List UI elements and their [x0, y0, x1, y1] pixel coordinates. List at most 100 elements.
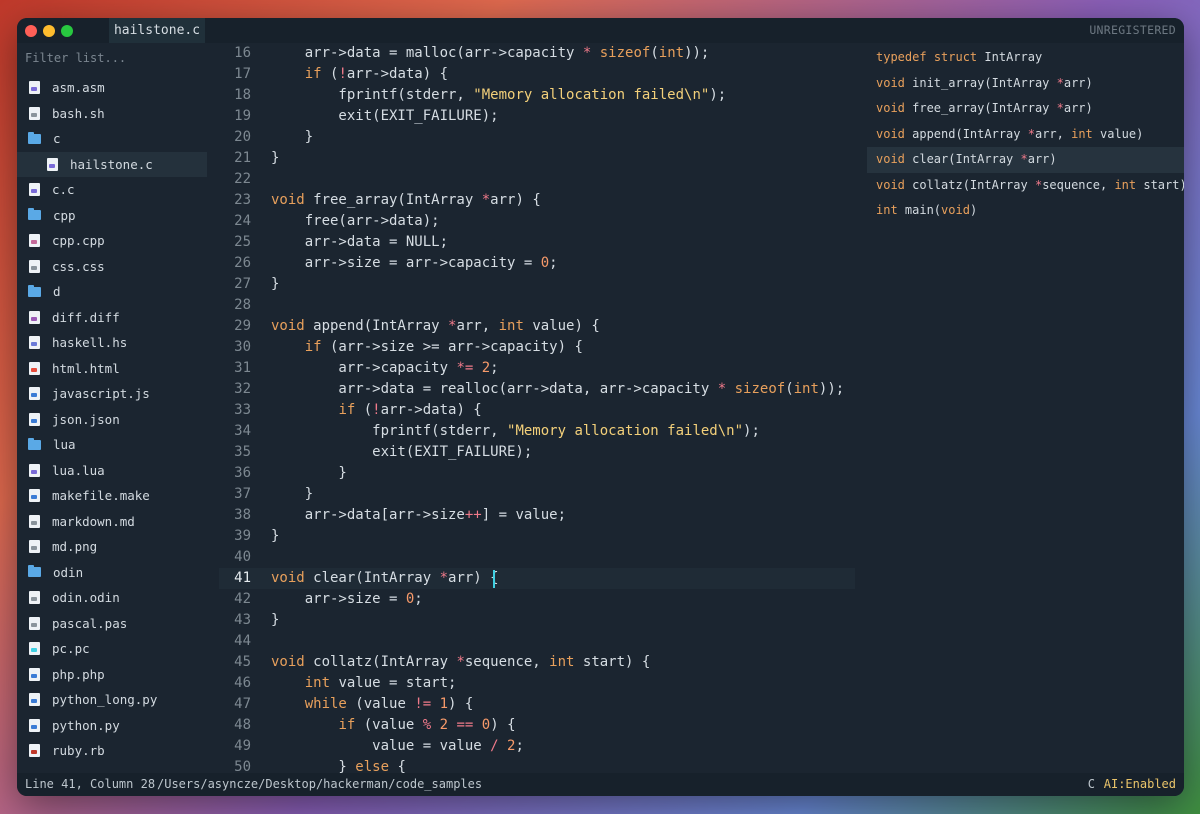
symbol-item[interactable]: void collatz(IntArray *sequence, int sta… [867, 173, 1184, 199]
sidebar-item-label: python_long.py [52, 692, 158, 708]
filter-list-input[interactable] [25, 51, 205, 65]
sidebar-item[interactable]: php.php [17, 662, 207, 688]
line-number: 28 [234, 297, 251, 313]
tab-hailstone[interactable]: hailstone.c [109, 18, 205, 43]
sidebar-item-label: php.php [52, 666, 105, 682]
sidebar-item[interactable]: bash.sh [17, 101, 207, 127]
sidebar-item[interactable]: cpp [17, 203, 207, 229]
maximize-window-button[interactable] [61, 25, 73, 37]
symbol-item[interactable]: void init_array(IntArray *arr) [867, 71, 1184, 97]
sidebar-item[interactable]: pascal.pas [17, 611, 207, 637]
sidebar-item[interactable]: python.py [17, 713, 207, 739]
code-line: 48 if (value % 2 == 0) { [219, 715, 855, 736]
sidebar-item[interactable]: json.json [17, 407, 207, 433]
line-number: 21 [234, 150, 251, 166]
line-number: 16 [234, 45, 251, 61]
sidebar-item[interactable]: javascript.js [17, 381, 207, 407]
line-number: 42 [234, 591, 251, 607]
code-line: 17 if (!arr->data) { [219, 64, 855, 85]
language-indicator[interactable]: C [1088, 773, 1095, 796]
code-text: arr->data = malloc(arr->capacity * sizeo… [271, 45, 710, 61]
code-text: int value = start; [304, 675, 457, 691]
code-text: void collatz(IntArray *sequence, int sta… [271, 654, 651, 670]
ai-status[interactable]: AI:Enabled [1104, 773, 1176, 796]
code-line: 42 arr->size = 0; [219, 589, 855, 610]
sidebar-item[interactable]: odin [17, 560, 207, 586]
file-list: asm.asm bash.sh c hailstone.c c.c cpp cpp.cpp c… [17, 75, 207, 764]
json-file-icon [29, 412, 40, 426]
sidebar-item[interactable]: pc.pc [17, 636, 207, 662]
code-text: } [271, 612, 280, 628]
sidebar-item[interactable]: asm.asm [17, 75, 207, 101]
symbol-item[interactable]: void free_array(IntArray *arr) [867, 96, 1184, 122]
sidebar-item[interactable]: ruby.rb [17, 738, 207, 764]
sidebar-item[interactable]: hailstone.c [17, 151, 207, 177]
sidebar-item[interactable]: d [17, 279, 207, 305]
sidebar-item-label: c.c [52, 182, 75, 198]
sidebar-item[interactable]: lua [17, 432, 207, 458]
sidebar-item-label: makefile.make [52, 488, 150, 504]
js-file-icon [29, 387, 40, 401]
line-number: 24 [234, 213, 251, 229]
symbol-item[interactable]: int main(void) [867, 198, 1184, 224]
sidebar-item[interactable]: markdown.md [17, 509, 207, 535]
code-line: 49 value = value / 2; [219, 736, 855, 757]
sidebar-item[interactable]: css.css [17, 254, 207, 280]
sidebar-item[interactable]: lua.lua [17, 458, 207, 484]
code-lines: 16 arr->data = malloc(arr->capacity * si… [219, 43, 855, 773]
line-number: 20 [234, 129, 251, 145]
cursor-position: Line 41, Column 28 [25, 777, 156, 791]
code-text: void append(IntArray *arr, int value) { [271, 318, 600, 334]
code-text: } [271, 486, 314, 502]
line-number: 48 [234, 717, 251, 733]
code-text: } [271, 276, 280, 292]
sidebar-item[interactable]: c [17, 126, 207, 152]
editor-window: hailstone.c UNREGISTERED asm.asm bash.sh c… [17, 18, 1184, 796]
sidebar-item[interactable]: c.c [17, 177, 207, 203]
code-text: arr->size = 0; [271, 591, 423, 607]
sidebar-item-label: lua [53, 437, 76, 453]
sidebar-item[interactable]: python_long.py [17, 687, 207, 713]
sidebar-item[interactable]: cpp.cpp [17, 228, 207, 254]
code-line: 38 arr->data[arr->size++] = value; [219, 505, 855, 526]
sidebar-item[interactable]: odin.odin [17, 585, 207, 611]
sidebar-item[interactable]: haskell.hs [17, 330, 207, 356]
minimize-window-button[interactable] [43, 25, 55, 37]
code-line: 27} [219, 274, 855, 295]
asm-file-icon [29, 81, 40, 95]
symbol-item[interactable]: typedef struct IntArray [867, 45, 1184, 71]
sidebar-item[interactable]: html.html [17, 356, 207, 382]
code-line: 40 [219, 547, 855, 568]
code-line: 33 if (!arr->data) { [219, 400, 855, 421]
code-line: 34 fprintf(stderr, "Memory allocation fa… [219, 421, 855, 442]
sidebar-item-label: odin.odin [52, 590, 120, 606]
haskell-file-icon [29, 336, 40, 350]
code-text: void free_array(IntArray *arr) { [271, 192, 541, 208]
line-number: 44 [234, 633, 251, 649]
code-line: 45 void collatz(IntArray *sequence, int s… [219, 652, 855, 673]
code-text: value = value / 2; [271, 738, 524, 754]
php-file-icon [29, 667, 40, 681]
line-number: 29 [234, 318, 251, 334]
line-number: 37 [234, 486, 251, 502]
code-text: exit(EXIT_FAILURE); [271, 108, 499, 124]
cpp-file-icon [29, 234, 40, 248]
line-number: 19 [234, 108, 251, 124]
code-line: 41 void clear(IntArray *arr) { [219, 568, 855, 589]
symbol-item[interactable]: void clear(IntArray *arr) [867, 147, 1184, 173]
pascal-file-icon [29, 616, 40, 630]
code-editor[interactable]: 16 arr->data = malloc(arr->capacity * si… [219, 43, 855, 773]
code-line: 21} [219, 148, 855, 169]
code-line: 43} [219, 610, 855, 631]
sidebar-item[interactable]: md.png [17, 534, 207, 560]
symbol-item[interactable]: void append(IntArray *arr, int value) [867, 122, 1184, 148]
line-number: 17 [234, 66, 251, 82]
code-text: } else { [271, 759, 406, 773]
code-text: } [271, 465, 347, 481]
line-number: 41 [234, 570, 251, 586]
close-window-button[interactable] [25, 25, 37, 37]
code-text: void clear(IntArray *arr) { [271, 570, 499, 586]
sidebar-item[interactable]: makefile.make [17, 483, 207, 509]
code-line: 19 exit(EXIT_FAILURE); [219, 106, 855, 127]
sidebar-item[interactable]: diff.diff [17, 305, 207, 331]
